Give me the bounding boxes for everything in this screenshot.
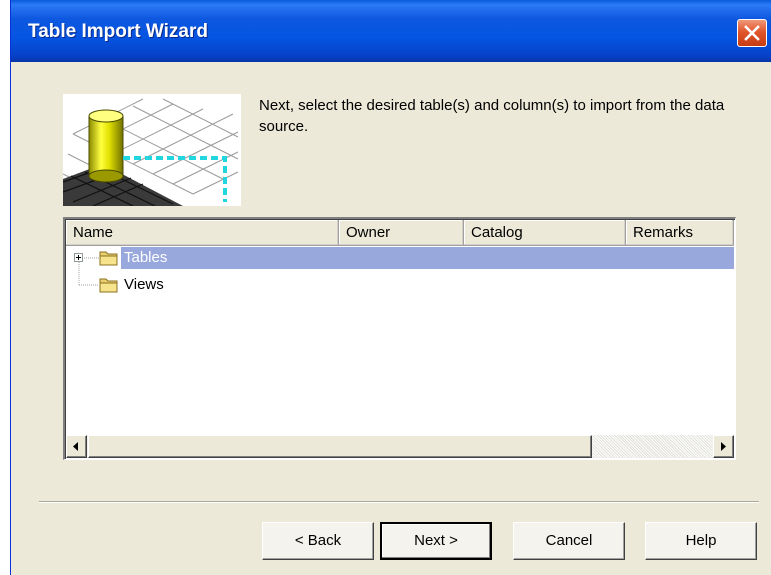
- footer-separator: [39, 501, 759, 503]
- scroll-track[interactable]: [593, 435, 712, 458]
- folder-icon: [99, 278, 118, 293]
- table-listview[interactable]: Name Owner Catalog Remarks Tables Views: [63, 217, 736, 460]
- tree-area: Tables Views: [66, 247, 734, 432]
- close-button[interactable]: [737, 19, 767, 47]
- wizard-content: Next, select the desired table(s) and co…: [11, 62, 771, 575]
- tree-item-label: Tables: [124, 249, 168, 266]
- dialog-window: Table Import Wizard Next, select the des…: [10, 0, 771, 575]
- scroll-thumb[interactable]: [88, 435, 592, 458]
- arrow-right-icon: [721, 442, 726, 451]
- column-header-owner[interactable]: Owner: [339, 220, 464, 246]
- database-cylinder-icon: [62, 94, 241, 207]
- instruction-text: Next, select the desired table(s) and co…: [259, 97, 725, 135]
- window-title: Table Import Wizard: [28, 21, 208, 42]
- scroll-right-button[interactable]: [713, 435, 734, 458]
- column-header-name[interactable]: Name: [66, 220, 339, 246]
- back-button[interactable]: < Back: [262, 522, 374, 560]
- tree-item-label: Views: [124, 276, 164, 293]
- selection-highlight: [121, 247, 734, 269]
- title-bar[interactable]: Table Import Wizard: [11, 0, 771, 62]
- folder-icon: [99, 251, 118, 266]
- close-icon: [744, 25, 760, 41]
- help-button[interactable]: Help: [645, 522, 757, 560]
- plus-expander-icon[interactable]: [74, 253, 83, 262]
- arrow-left-icon: [73, 442, 78, 451]
- next-button[interactable]: Next >: [380, 522, 492, 560]
- column-header-row: Name Owner Catalog Remarks: [66, 220, 734, 246]
- column-header-remarks[interactable]: Remarks: [626, 220, 734, 246]
- horizontal-scrollbar[interactable]: [66, 435, 734, 458]
- tree-item-views[interactable]: Views: [66, 274, 734, 296]
- cancel-button[interactable]: Cancel: [513, 522, 625, 560]
- tree-item-tables[interactable]: Tables: [66, 247, 734, 269]
- column-header-catalog[interactable]: Catalog: [464, 220, 626, 246]
- database-illustration: [62, 94, 241, 207]
- scroll-left-button[interactable]: [66, 435, 87, 458]
